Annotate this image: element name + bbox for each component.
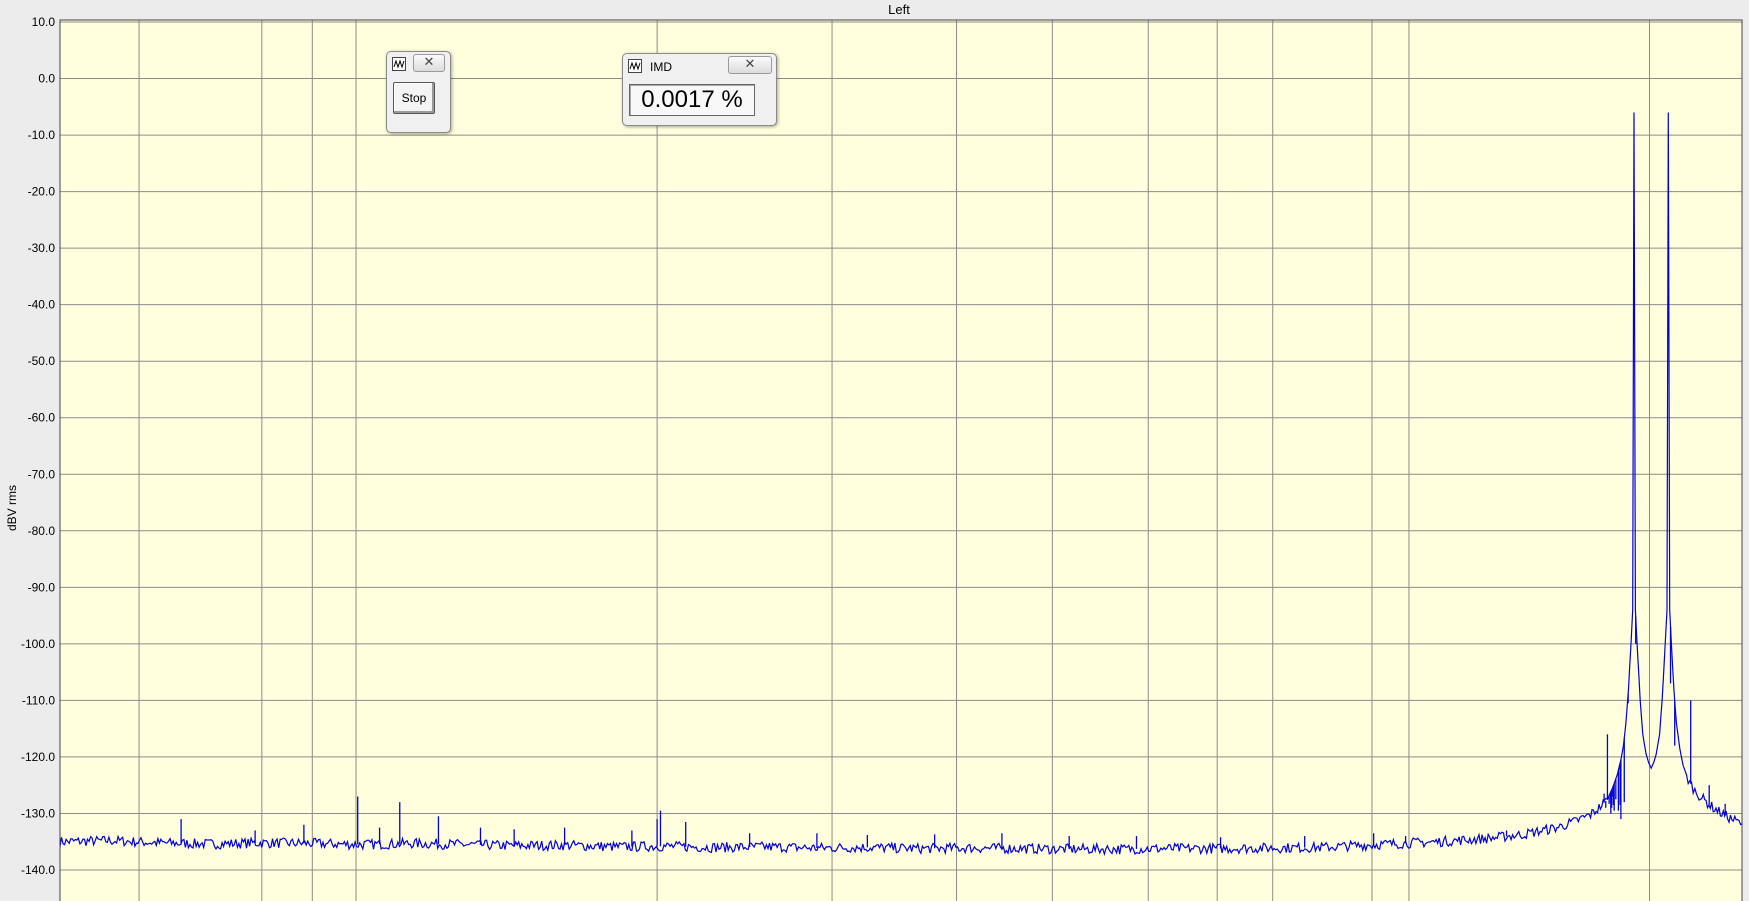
y-tick-label: -80.0 bbox=[28, 524, 56, 538]
y-tick-label: 10.0 bbox=[32, 15, 56, 29]
y-axis-label: dBV rms bbox=[5, 485, 19, 531]
imd-readout-window: IMD ✕ 0.0017 % bbox=[622, 53, 777, 126]
y-tick-label: -10.0 bbox=[28, 128, 56, 142]
y-tick-label: -30.0 bbox=[28, 241, 56, 255]
y-tick-label: -100.0 bbox=[21, 637, 55, 651]
close-icon[interactable]: ✕ bbox=[413, 54, 445, 72]
chart-title: Left bbox=[888, 2, 910, 17]
y-tick-label: -130.0 bbox=[21, 806, 55, 820]
spectrum-chart: Left 10.0 0.0 -10.0 -20.0 -30.0 -40.0 -50.0 -60… bbox=[5, 2, 1743, 901]
y-tick-label: -50.0 bbox=[28, 354, 56, 368]
waveform-icon bbox=[392, 57, 406, 71]
imd-value-display: 0.0017 % bbox=[629, 84, 755, 116]
stop-window-titlebar[interactable]: ✕ bbox=[387, 52, 450, 74]
waveform-icon bbox=[628, 59, 642, 73]
y-tick-label: -70.0 bbox=[28, 467, 56, 481]
y-tick-label: -90.0 bbox=[28, 580, 56, 594]
y-tick-labels: 10.0 0.0 -10.0 -20.0 -30.0 -40.0 -50.0 -60.0 -70… bbox=[21, 15, 55, 877]
imd-window-titlebar[interactable]: IMD ✕ bbox=[623, 54, 776, 76]
y-tick-label: -60.0 bbox=[28, 411, 56, 425]
stop-control-window: ✕ Stop bbox=[386, 51, 451, 133]
y-tick-label: -140.0 bbox=[21, 863, 55, 877]
close-icon[interactable]: ✕ bbox=[728, 56, 772, 74]
y-tick-label: -40.0 bbox=[28, 298, 56, 312]
y-tick-label: -110.0 bbox=[22, 693, 55, 707]
y-tick-label: -20.0 bbox=[28, 185, 56, 199]
imd-window-title: IMD bbox=[650, 60, 672, 74]
stop-button[interactable]: Stop bbox=[393, 82, 435, 114]
y-tick-label: -120.0 bbox=[21, 750, 55, 764]
y-tick-label: 0.0 bbox=[38, 72, 55, 86]
